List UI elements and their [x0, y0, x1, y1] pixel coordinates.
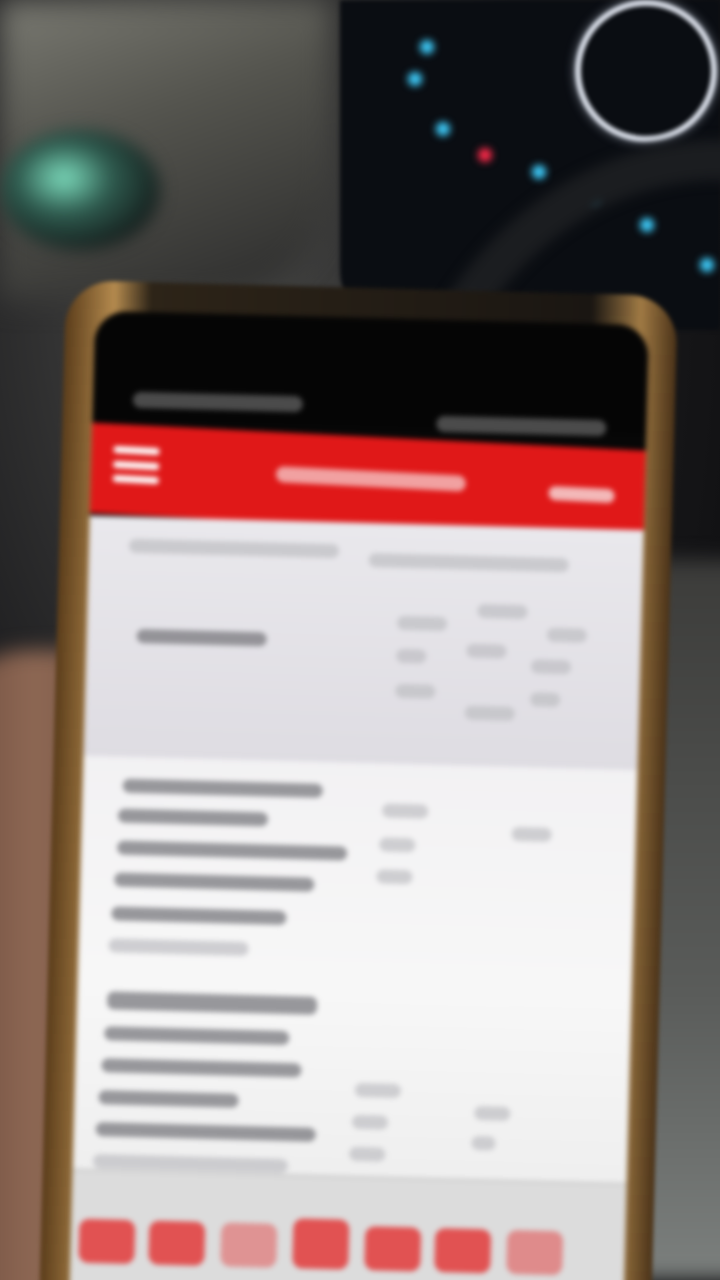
section-title: [106, 991, 318, 1015]
value-text: [396, 615, 448, 632]
value-text: [511, 826, 552, 842]
dashboard-led: [478, 148, 492, 162]
value-text: [474, 1105, 511, 1121]
value-text: [379, 837, 416, 853]
row-label: [95, 1122, 316, 1142]
row-label: [104, 1026, 290, 1046]
value-text: [354, 1082, 402, 1099]
bottom-navigation: [69, 1168, 627, 1280]
value-text: [464, 705, 515, 721]
row-label: [98, 1090, 239, 1108]
app-content: [69, 515, 644, 1280]
phone-screen: [69, 310, 650, 1280]
value-text: [546, 627, 588, 643]
nav-item-1[interactable]: [78, 1218, 136, 1265]
car-interior-photo: [0, 0, 720, 1280]
row-label: [111, 906, 287, 925]
dashboard-led: [408, 72, 422, 86]
row-label: [108, 938, 249, 957]
nav-item-2[interactable]: [148, 1220, 206, 1266]
value-text: [466, 643, 507, 659]
row-label: [136, 628, 267, 647]
nav-item-4[interactable]: [292, 1218, 350, 1270]
value-text: [477, 603, 528, 620]
section-header: [83, 515, 644, 771]
row-label: [101, 1058, 302, 1078]
status-bar: [92, 310, 650, 437]
row-label: [122, 778, 323, 798]
header-text: [128, 538, 340, 559]
value-text: [349, 1146, 386, 1162]
row-label: [117, 808, 269, 827]
nav-item-7[interactable]: [506, 1229, 564, 1276]
nav-item-5[interactable]: [364, 1226, 422, 1272]
app-title-text: [271, 458, 472, 498]
row-label: [116, 840, 348, 861]
value-text: [471, 1135, 496, 1151]
dashboard-led: [420, 40, 434, 54]
value-text: [530, 692, 561, 708]
value-text: [382, 803, 429, 819]
dashboard-led: [532, 165, 546, 179]
header-text: [368, 553, 569, 573]
nav-item-6[interactable]: [434, 1227, 492, 1274]
value-text: [351, 1114, 389, 1130]
value-text: [396, 648, 427, 664]
value-text: [376, 869, 413, 885]
hamburger-menu-icon[interactable]: [112, 445, 160, 485]
value-text: [530, 659, 572, 675]
nav-item-3[interactable]: [220, 1222, 278, 1268]
status-left: [132, 391, 304, 413]
status-right: [436, 415, 607, 437]
dashboard-led: [436, 122, 450, 136]
row-label: [114, 872, 315, 892]
smartphone: [39, 280, 678, 1280]
gear-shifter: [0, 130, 160, 250]
dashboard-dial: [575, 0, 717, 142]
app-bar-action[interactable]: [548, 485, 615, 504]
value-text: [395, 683, 436, 699]
